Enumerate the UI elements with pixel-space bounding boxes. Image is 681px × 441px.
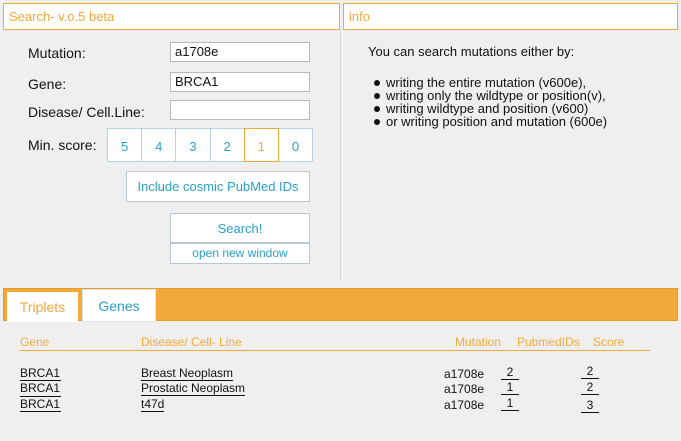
gene-link[interactable]: BRCA1: [20, 366, 60, 380]
info-list-item: or writing position and mutation (600e): [372, 115, 607, 128]
score-option-0[interactable]: 0: [278, 128, 314, 162]
table-row-disease[interactable]: t47d: [141, 397, 165, 412]
table-row-score: 2: [581, 380, 599, 395]
column-header-pubmed: PubmedIDs: [517, 335, 580, 349]
column-header-score: Score: [593, 335, 625, 349]
table-row-mutation: a1708e: [444, 382, 485, 396]
min-score-selector: 5 4 3 2 1 0: [107, 128, 314, 162]
info-list: writing the entire mutation (v600e), wri…: [372, 76, 607, 128]
column-header-disease: Disease/ Cell- Line: [141, 335, 242, 349]
disease-label: Disease/ Cell.Line:: [28, 104, 145, 120]
score-option-2[interactable]: 2: [209, 128, 244, 162]
table-row-pubmed[interactable]: 1: [501, 396, 519, 411]
mutation-input[interactable]: a1708e: [170, 42, 310, 62]
panel-divider: [340, 30, 341, 280]
table-row-mutation: a1708e: [444, 398, 485, 412]
disease-input[interactable]: [170, 100, 310, 120]
search-panel-title: Search- v.o.5 beta: [3, 3, 340, 30]
score-option-1[interactable]: 1: [243, 128, 279, 162]
score-option-3[interactable]: 3: [175, 128, 210, 162]
min-score-label: Min. score:: [28, 137, 97, 153]
table-row-gene[interactable]: BRCA1: [20, 396, 61, 412]
gene-input[interactable]: BRCA1: [170, 72, 310, 92]
mutation-label: Mutation:: [28, 45, 86, 61]
table-row-gene[interactable]: BRCA1: [20, 380, 61, 395]
table-row-score: 2: [581, 364, 599, 379]
include-cosmic-button[interactable]: Include cosmic PubMed IDs: [126, 171, 310, 202]
column-header-gene: Gene: [20, 335, 50, 349]
table-header-rule: [20, 350, 650, 351]
table-row-pubmed[interactable]: 1: [501, 380, 519, 395]
table-row-gene[interactable]: BRCA1: [20, 366, 60, 380]
score-option-4[interactable]: 4: [141, 128, 176, 162]
score-option-5[interactable]: 5: [107, 128, 142, 162]
table-row-pubmed[interactable]: 2: [501, 365, 519, 380]
info-intro: You can search mutations either by:: [368, 44, 575, 59]
table-row-disease[interactable]: Breast Neoplasm: [141, 366, 234, 381]
column-header-mutation: Mutation: [455, 335, 502, 349]
table-row-score: 3: [581, 398, 599, 413]
table-row-mutation: a1708e: [444, 367, 485, 381]
tab-triplets[interactable]: Triplets: [7, 289, 78, 322]
table-row-disease[interactable]: Prostatic Neoplasm: [141, 381, 246, 396]
results-tab-bar: Triplets Genes: [3, 288, 678, 322]
search-button[interactable]: Search!: [170, 213, 310, 243]
gene-label: Gene:: [28, 76, 67, 92]
info-panel-title: info: [343, 3, 678, 30]
open-new-window-button[interactable]: open new window: [170, 243, 310, 264]
tab-genes[interactable]: Genes: [82, 289, 156, 322]
